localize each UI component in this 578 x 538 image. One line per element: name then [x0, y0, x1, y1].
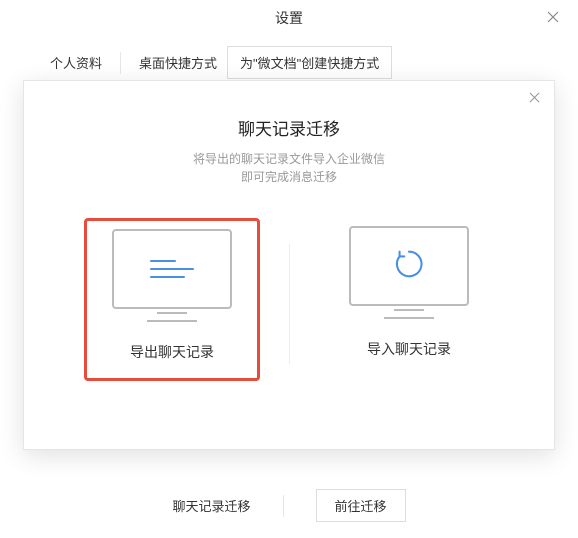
create-weidoc-shortcut-button[interactable]: 为"微文档"创建快捷方式 — [227, 46, 392, 79]
divider — [120, 52, 121, 74]
monitor-stand — [394, 309, 424, 311]
dialog-subtitle: 将导出的聊天记录文件导入企业微信 即可完成消息迁移 — [24, 150, 554, 186]
bottom-section-label: 聊天记录迁移 — [172, 496, 250, 515]
tab-desktop-shortcut[interactable]: 桌面快捷方式 — [129, 47, 227, 78]
dialog-close-button[interactable] — [522, 87, 546, 111]
window-close-button[interactable] — [538, 0, 568, 36]
import-label: 导入聊天记录 — [324, 339, 494, 359]
dialog-subtitle-line1: 将导出的聊天记录文件导入企业微信 — [24, 150, 554, 168]
refresh-icon — [392, 247, 426, 286]
chat-migration-dialog: 聊天记录迁移 将导出的聊天记录文件导入企业微信 即可完成消息迁移 — [23, 80, 555, 450]
monitor-base — [384, 317, 434, 319]
monitor-stand — [157, 312, 187, 314]
highlight-box: 导出聊天记录 — [84, 218, 260, 381]
lines-icon — [150, 254, 194, 284]
dialog-title: 聊天记录迁移 — [24, 115, 554, 140]
export-label: 导出聊天记录 — [95, 342, 249, 362]
close-icon — [547, 0, 559, 36]
page-title: 设置 — [275, 10, 303, 26]
monitor-icon — [112, 229, 232, 309]
import-chat-option[interactable]: 导入聊天记录 — [324, 226, 494, 381]
dialog-subtitle-line2: 即可完成消息迁移 — [24, 168, 554, 186]
divider — [283, 495, 284, 517]
monitor-icon — [349, 226, 469, 306]
go-migrate-button[interactable]: 前往迁移 — [316, 489, 406, 522]
tab-profile[interactable]: 个人资料 — [40, 47, 112, 78]
divider — [289, 244, 290, 364]
export-chat-option[interactable]: 导出聊天记录 — [84, 226, 254, 381]
close-icon — [529, 90, 540, 108]
monitor-base — [147, 320, 197, 322]
